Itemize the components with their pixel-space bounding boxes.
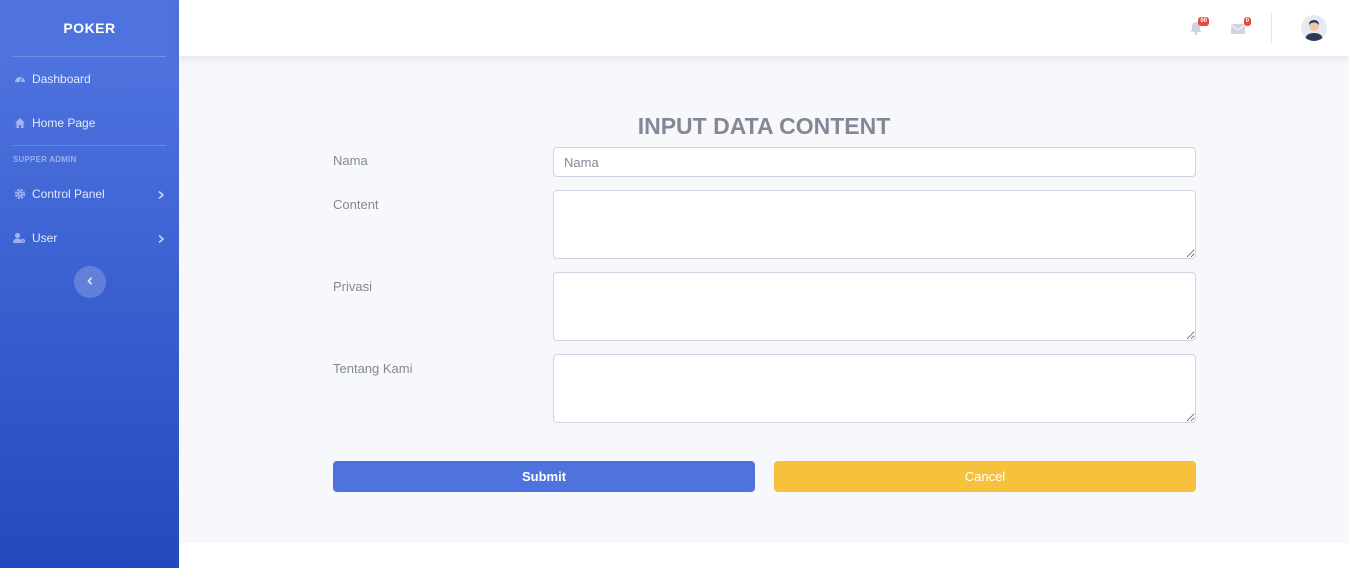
messages-button[interactable]: 0 bbox=[1228, 17, 1251, 38]
sidebar-item-control-panel[interactable]: Control Panel bbox=[0, 172, 179, 216]
alerts-badge: 00 bbox=[1198, 17, 1209, 26]
sidebar-item-dashboard[interactable]: Dashboard bbox=[0, 57, 179, 101]
topbar-divider bbox=[1271, 13, 1272, 43]
sidebar-item-label: User bbox=[32, 231, 58, 245]
sidebar-item-home-page[interactable]: Home Page bbox=[0, 101, 179, 145]
sidebar-item-label: Home Page bbox=[32, 116, 96, 130]
page-title: INPUT DATA CONTENT bbox=[637, 113, 891, 139]
chevron-right-icon bbox=[156, 189, 166, 200]
gear-icon bbox=[13, 188, 26, 201]
sidebar-item-label: Dashboard bbox=[32, 72, 91, 86]
privasi-label: Privasi bbox=[333, 279, 373, 294]
main-content: INPUT DATA CONTENT Nama Content Privasi … bbox=[179, 56, 1349, 543]
user-cog-icon bbox=[13, 232, 26, 245]
chevron-right-icon bbox=[156, 233, 166, 244]
nama-label: Nama bbox=[333, 153, 368, 168]
nama-input[interactable] bbox=[553, 147, 1196, 177]
sidebar-toggle-button[interactable] bbox=[73, 266, 106, 298]
content-textarea[interactable] bbox=[553, 190, 1196, 259]
dashboard-icon bbox=[13, 73, 26, 86]
content-label: Content bbox=[333, 197, 379, 212]
sidebar-brand[interactable]: POKER bbox=[0, 0, 179, 56]
submit-button[interactable]: Submit bbox=[333, 461, 755, 492]
sidebar-item-user[interactable]: User bbox=[0, 216, 179, 260]
sidebar: POKER Dashboard Home Page SUPPER ADMIN C… bbox=[0, 0, 179, 568]
tentang-kami-label: Tentang Kami bbox=[333, 361, 413, 376]
tentang-kami-textarea[interactable] bbox=[553, 354, 1196, 423]
sidebar-item-label: Control Panel bbox=[32, 187, 105, 201]
topbar: 00 0 bbox=[179, 0, 1349, 56]
avatar[interactable] bbox=[1301, 15, 1327, 41]
messages-badge: 0 bbox=[1243, 17, 1251, 26]
chevron-left-icon bbox=[85, 273, 95, 291]
sidebar-heading: SUPPER ADMIN bbox=[13, 154, 77, 164]
home-icon bbox=[13, 117, 26, 130]
privasi-textarea[interactable] bbox=[553, 272, 1196, 341]
cancel-button[interactable]: Cancel bbox=[774, 461, 1196, 492]
alerts-button[interactable]: 00 bbox=[1186, 17, 1209, 38]
